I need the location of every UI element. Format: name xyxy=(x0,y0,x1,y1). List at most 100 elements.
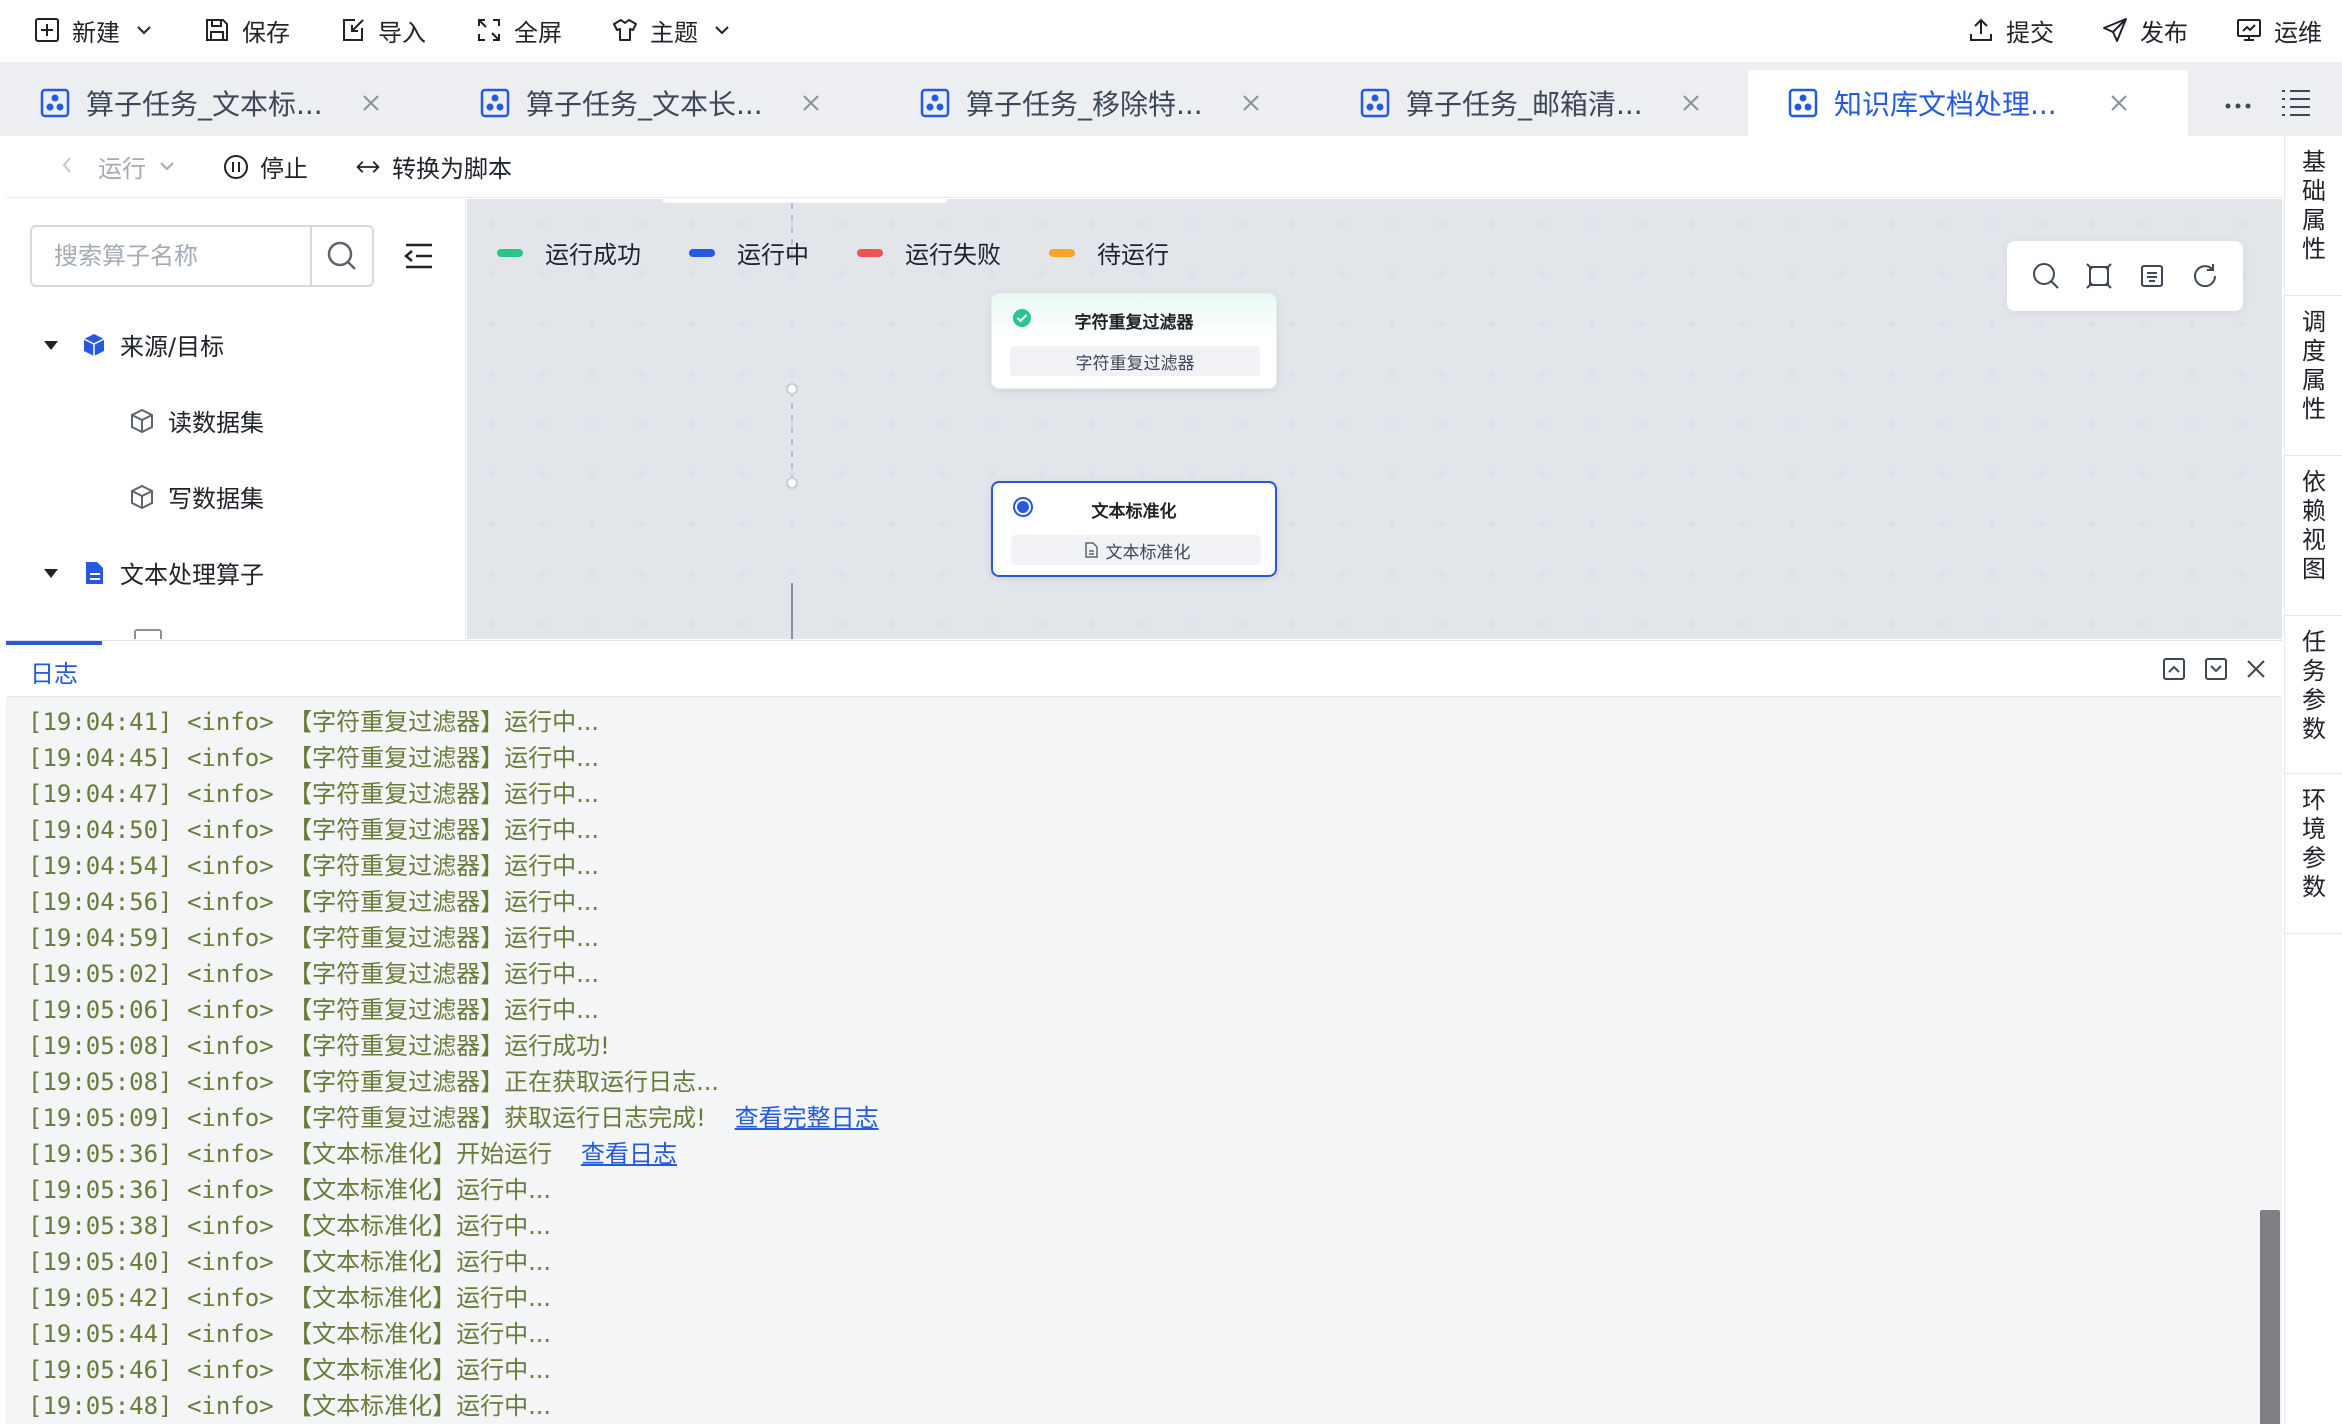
refresh-icon[interactable] xyxy=(2189,260,2221,292)
tab-operator-task-2[interactable]: 算子任务_文本长... xyxy=(440,70,880,136)
tree-group-source-target[interactable]: 来源/目标 xyxy=(42,327,224,362)
log-line: [19:05:09] <info> 【字符重复过滤器】获取运行日志完成! 查看完… xyxy=(28,1100,879,1136)
close-icon[interactable] xyxy=(2108,92,2130,114)
log-scrollbar[interactable] xyxy=(2258,698,2282,1424)
chevron-left-icon xyxy=(60,153,74,181)
tree-group-text-operators[interactable]: 文本处理算子 xyxy=(42,555,264,590)
tab-label: 算子任务_移除特... xyxy=(966,88,1203,121)
log-level: <info> xyxy=(186,1176,274,1204)
tree-item-write-dataset[interactable]: 写数据集 xyxy=(128,479,264,514)
search-button[interactable] xyxy=(310,227,372,285)
log-message: 【文本标准化】运行中... xyxy=(288,1176,551,1204)
upload-icon xyxy=(1966,15,1996,45)
tab-operator-task-1[interactable]: 算子任务_文本标... xyxy=(0,70,440,136)
log-message: 【文本标准化】运行中... xyxy=(288,1284,551,1312)
node-title: 文本标准化 xyxy=(1091,502,1177,522)
run-button[interactable]: 运行 xyxy=(60,149,176,184)
send-icon xyxy=(2100,15,2130,45)
log-message: 【文本标准化】运行中... xyxy=(288,1320,551,1348)
search-input[interactable] xyxy=(32,227,308,285)
ops-button[interactable]: 运维 xyxy=(2234,0,2322,60)
maximize-icon[interactable] xyxy=(2160,655,2188,683)
close-icon[interactable] xyxy=(800,92,822,114)
collapse-menu-icon[interactable] xyxy=(402,239,436,273)
log-timestamp: [19:05:36] xyxy=(28,1140,173,1168)
tab-knowledge-doc[interactable]: 知识库文档处理... xyxy=(1748,70,2188,136)
view-log-link[interactable]: 查看日志 xyxy=(581,1140,677,1168)
node-text-normalize[interactable]: 文本标准化 文本标准化 xyxy=(991,481,1277,577)
more-icon[interactable] xyxy=(2218,86,2258,126)
view-log-link[interactable]: 查看完整日志 xyxy=(735,1104,879,1132)
close-icon[interactable] xyxy=(360,92,382,114)
sidetab-schedule-props[interactable]: 调度属性 xyxy=(2285,296,2342,456)
document-icon xyxy=(86,561,103,584)
log-timestamp: [19:05:08] xyxy=(28,1032,173,1060)
save-icon xyxy=(202,15,232,45)
log-message: 【字符重复过滤器】获取运行日志完成! xyxy=(288,1104,706,1132)
pause-circle-icon xyxy=(222,153,250,181)
log-timestamp: [19:04:41] xyxy=(28,708,173,736)
log-line: [19:05:02] <info> 【字符重复过滤器】运行中... xyxy=(28,956,599,992)
top-toolbar: 新建 保存 导入 全屏 主题 提交 发布 运维 xyxy=(0,0,2342,60)
save-label: 保存 xyxy=(242,18,290,47)
fit-view-icon[interactable] xyxy=(2083,260,2115,292)
scrollbar-thumb[interactable] xyxy=(2260,1210,2280,1424)
log-level: <info> xyxy=(186,1212,274,1240)
close-icon[interactable] xyxy=(1680,92,1702,114)
log-timestamp: [19:05:38] xyxy=(28,1212,173,1240)
log-timestamp: [19:05:09] xyxy=(28,1104,173,1132)
import-button[interactable]: 导入 xyxy=(338,0,426,60)
convert-to-script-button[interactable]: 转换为脚本 xyxy=(354,149,512,184)
log-level: <info> xyxy=(186,888,274,916)
list-icon[interactable] xyxy=(2276,82,2316,122)
new-button[interactable]: 新建 xyxy=(32,0,154,60)
log-line: [19:05:08] <info> 【字符重复过滤器】正在获取运行日志... xyxy=(28,1064,719,1100)
sidetab-basic-props[interactable]: 基础属性 xyxy=(2285,136,2342,296)
log-message: 【字符重复过滤器】运行中... xyxy=(288,888,599,916)
log-level: <info> xyxy=(186,1032,274,1060)
log-message: 【字符重复过滤器】运行中... xyxy=(288,780,599,808)
workflow-canvas[interactable]: 运行成功 运行中 运行失败 待运行 字符重复过滤器 字符重复过滤器 文本标准化 xyxy=(467,199,2282,639)
log-level: <info> xyxy=(186,960,274,988)
legend-label: 运行成功 xyxy=(545,241,641,269)
convert-label: 转换为脚本 xyxy=(392,155,512,183)
close-icon[interactable] xyxy=(2242,655,2270,683)
legend-swatch xyxy=(497,248,523,257)
minimap-icon[interactable] xyxy=(2136,260,2168,292)
node-subtitle: 文本标准化 xyxy=(1011,535,1261,565)
fullscreen-button[interactable]: 全屏 xyxy=(474,0,562,60)
log-message: 【文本标准化】运行中... xyxy=(288,1356,551,1384)
close-icon[interactable] xyxy=(1240,92,1262,114)
sidetab-label: 依赖视图 xyxy=(2302,468,2326,583)
sidetab-env-params[interactable]: 环境参数 xyxy=(2285,774,2342,934)
minimize-icon[interactable] xyxy=(2202,655,2230,683)
log-level: <info> xyxy=(186,1104,274,1132)
theme-button[interactable]: 主题 xyxy=(610,0,732,60)
legend-success: 运行成功 xyxy=(497,235,641,270)
node-subtitle-text: 文本标准化 xyxy=(1105,542,1191,563)
tab-operator-task-4[interactable]: 算子任务_邮箱清... xyxy=(1320,70,1760,136)
log-line: [19:05:48] <info> 【文本标准化】运行中... xyxy=(28,1388,551,1424)
save-button[interactable]: 保存 xyxy=(202,0,290,60)
log-content[interactable]: [19:04:41] <info> 【字符重复过滤器】运行中... [19:04:… xyxy=(6,698,2258,1424)
log-level: <info> xyxy=(186,744,274,772)
tab-log[interactable]: 日志 xyxy=(6,641,102,697)
tree-label: 读数据集 xyxy=(168,409,264,437)
app-window: 新建 保存 导入 全屏 主题 提交 发布 运维 算子任务_文本标... 算子任务… xyxy=(0,0,2342,1424)
node-char-repeat-filter[interactable]: 字符重复过滤器 字符重复过滤器 xyxy=(991,293,1277,389)
workflow-icon xyxy=(40,88,70,118)
tree-item-read-dataset[interactable]: 读数据集 xyxy=(128,403,264,438)
file-icon xyxy=(1084,542,1098,558)
log-message: 【文本标准化】运行中... xyxy=(288,1392,551,1420)
log-line: [19:04:45] <info> 【字符重复过滤器】运行中... xyxy=(28,740,599,776)
log-message: 【文本标准化】运行中... xyxy=(288,1248,551,1276)
log-message: 【字符重复过滤器】运行成功! xyxy=(288,1032,610,1060)
tab-operator-task-3[interactable]: 算子任务_移除特... xyxy=(880,70,1320,136)
publish-button[interactable]: 发布 xyxy=(2100,0,2188,60)
zoom-search-icon[interactable] xyxy=(2030,260,2062,292)
submit-button[interactable]: 提交 xyxy=(1966,0,2054,60)
sidetab-dependency-view[interactable]: 依赖视图 xyxy=(2285,456,2342,616)
log-message: 【字符重复过滤器】运行中... xyxy=(288,744,599,772)
stop-button[interactable]: 停止 xyxy=(222,149,308,184)
sidetab-task-params[interactable]: 任务参数 xyxy=(2285,616,2342,774)
